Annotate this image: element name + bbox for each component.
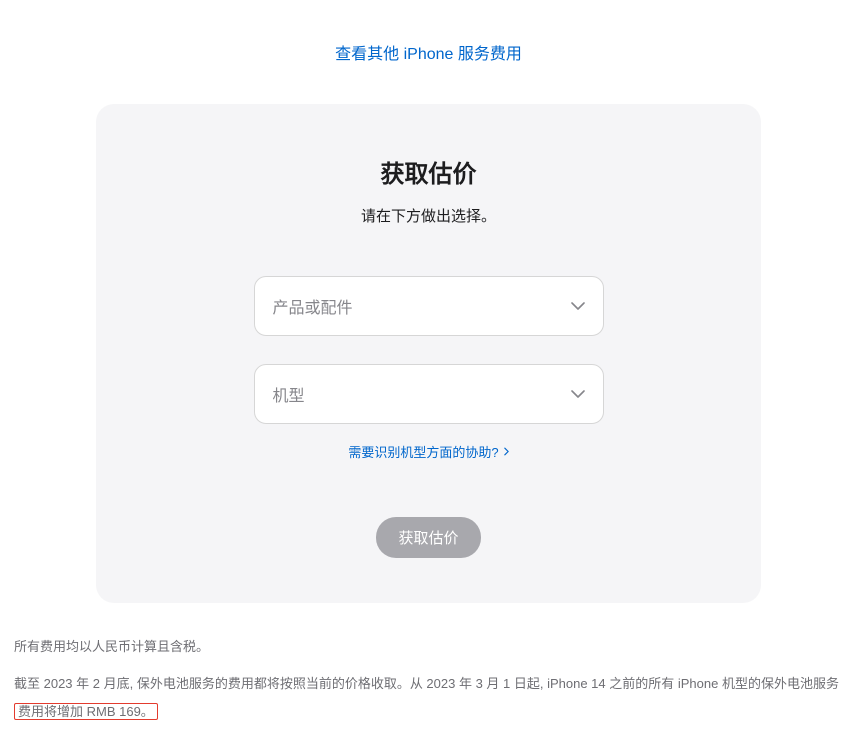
product-accessory-select[interactable]: 产品或配件 [254,276,604,336]
chevron-right-icon [504,447,509,456]
estimate-card: 获取估价 请在下方做出选择。 产品或配件 机型 需要识别机型方面的协助? 获取估… [96,104,761,603]
help-link-label: 需要识别机型方面的协助? [348,442,498,461]
card-subtitle: 请在下方做出选择。 [136,205,721,226]
get-estimate-button[interactable]: 获取估价 [376,517,480,558]
model-select[interactable]: 机型 [254,364,604,424]
footnote-currency: 所有费用均以人民币计算且含税。 [14,633,840,660]
footnote-price-change: 截至 2023 年 2 月底, 保外电池服务的费用都将按照当前的价格收取。从 2… [14,670,840,725]
card-title: 获取估价 [136,154,721,189]
chevron-down-icon [571,390,585,398]
other-service-fees-link[interactable]: 查看其他 iPhone 服务费用 [335,46,522,63]
select-placeholder: 产品或配件 [273,294,353,318]
identify-model-help-link[interactable]: 需要识别机型方面的协助? [348,442,508,461]
chevron-down-icon [571,302,585,310]
select-placeholder: 机型 [273,382,305,406]
footnotes: 所有费用均以人民币计算且含税。 截至 2023 年 2 月底, 保外电池服务的费… [12,633,842,725]
highlight-text: 费用将增加 RMB 169。 [14,703,158,720]
